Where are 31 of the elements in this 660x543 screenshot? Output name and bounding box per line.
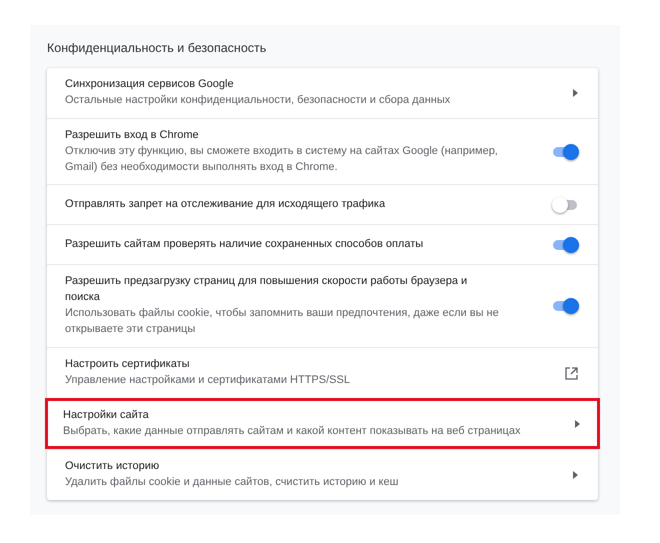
setting-description: Выбрать, какие данные отправлять сайтам и какой контент показывать на веб страницах: [63, 424, 522, 439]
settings-row[interactable]: Отправлять запрет на отслеживание для исходящего трафика: [47, 184, 598, 224]
arrow-right-icon[interactable]: [573, 88, 578, 97]
toggle-switch[interactable]: [552, 144, 578, 159]
setting-description: Управление настройками и сертификатами HTTPS/SSL: [65, 373, 351, 388]
settings-row[interactable]: Разрешить сайтам проверять наличие сохраненных способов оплаты: [47, 224, 598, 264]
setting-title: Очистить историю: [65, 458, 160, 474]
setting-title: Настройки сайта: [63, 408, 150, 424]
toggle-switch[interactable]: [552, 299, 578, 314]
external-link-icon[interactable]: [565, 366, 578, 380]
settings-row[interactable]: Синхронизация сервисов Google Остальные настройки конфиденциальности, безопасности и сбора данных: [47, 68, 598, 118]
setting-description: Отключив эту функцию, вы сможете входить в систему на сайтах Google (например, Gmail) без необходимости выполнять вход в Chrome.: [65, 144, 499, 174]
section-title: Конфиденциальность и безопасность: [47, 40, 268, 57]
settings-row[interactable]: Настроить сертификаты Управление настройками и сертификатами HTTPS/SSL: [47, 347, 598, 398]
setting-title: Синхронизация сервисов Google: [65, 76, 235, 92]
setting-description: Использовать файлы cookie, чтобы запомнить ваши предпочтения, даже если вы не открываете эти страницы: [65, 306, 500, 338]
settings-row[interactable]: Разрешить предзагрузку страниц для повышения скорости работы браузера и поиска Использовать файлы cookie, чтобы запомнить ваши предпочтения, даже если вы не открываете эти страницы: [47, 264, 598, 348]
setting-description: Остальные настройки конфиденциальности, безопасности и сбора данных: [65, 92, 452, 108]
setting-title: Отправлять запрет на отслеживание для исходящего трафика: [65, 196, 386, 212]
arrow-right-icon[interactable]: [573, 470, 578, 479]
toggle-switch[interactable]: [552, 238, 578, 252]
setting-title: Разрешить сайтам проверять наличие сохраненных способов оплаты: [65, 236, 424, 252]
setting-title: Разрешить вход в Chrome: [65, 128, 200, 143]
arrow-right-icon[interactable]: [575, 420, 580, 428]
highlighted-settings-row[interactable]: Настройки сайта Выбрать, какие данные отправлять сайтам и какой контент показывать на веб страницах: [45, 398, 600, 449]
setting-description: Удалить файлы cookie и данные сайтов, счистить историю и кеш: [65, 474, 400, 490]
toggle-switch[interactable]: [552, 198, 578, 212]
settings-row[interactable]: Разрешить вход в Chrome Отключив эту функцию, вы сможете входить в систему на сайтах Google (например, Gmail) без необходимости выполнять вход в Chrome.: [47, 118, 598, 184]
setting-title: Настроить сертификаты: [65, 357, 191, 372]
settings-row[interactable]: Очистить историю Удалить файлы cookie и данные сайтов, счистить историю и кеш: [47, 448, 598, 500]
setting-title: Разрешить предзагрузку страниц для повышения скорости работы браузера и поиска: [65, 274, 468, 306]
